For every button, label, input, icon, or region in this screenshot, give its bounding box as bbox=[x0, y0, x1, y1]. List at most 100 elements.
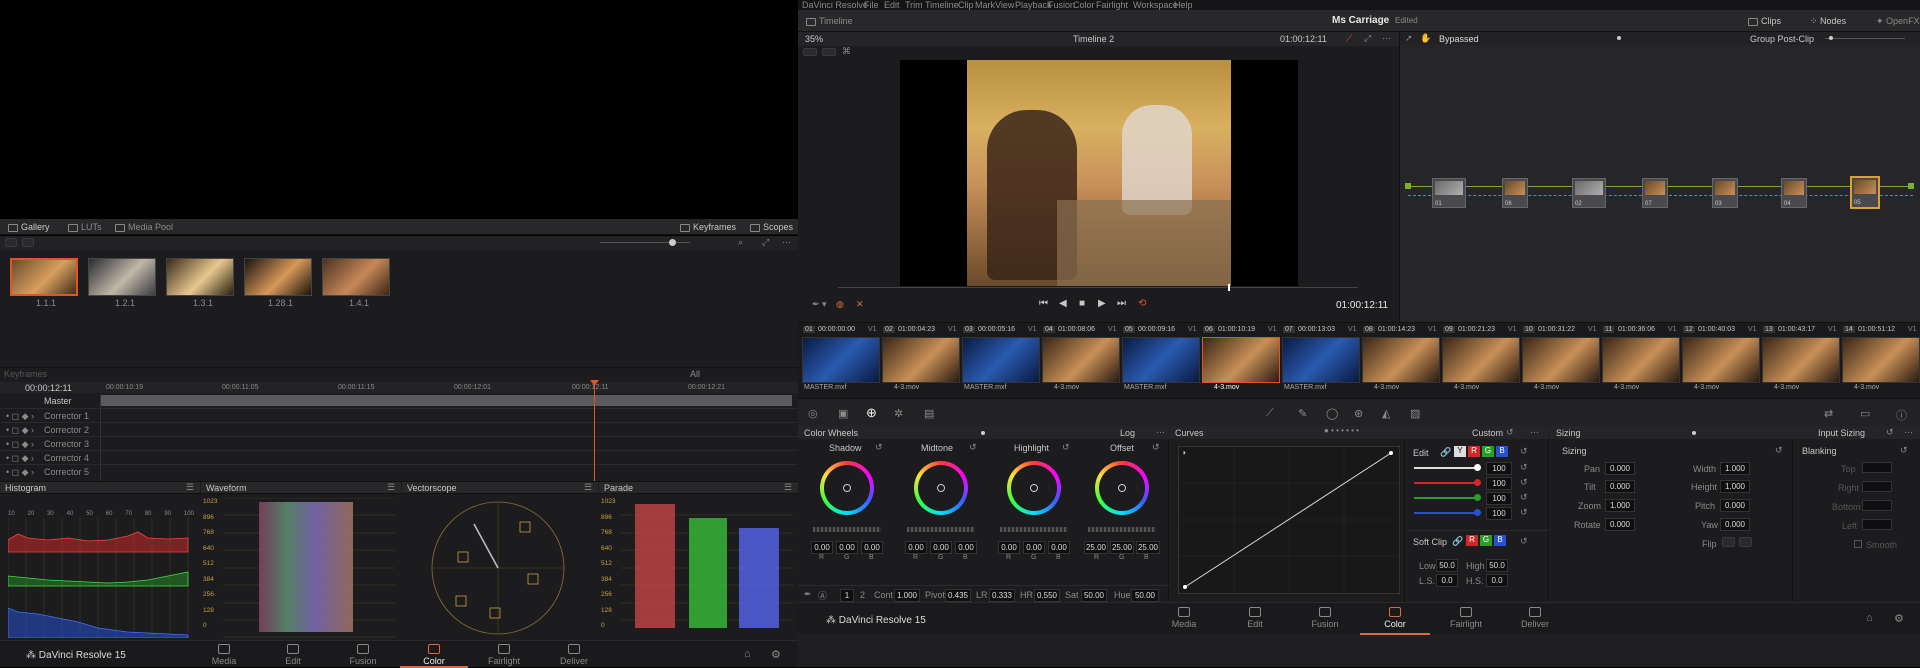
reset-icon[interactable]: ↺ bbox=[1775, 445, 1783, 456]
rgb-mixer-icon[interactable]: ▤ bbox=[924, 407, 934, 420]
page-dot[interactable] bbox=[1692, 431, 1696, 435]
menu-item[interactable]: Mark bbox=[975, 0, 995, 10]
corrector-node[interactable]: 01 bbox=[1432, 178, 1466, 208]
blank-top-field[interactable] bbox=[1862, 462, 1892, 473]
window-icon[interactable]: ◯ bbox=[1326, 407, 1338, 420]
clip-thumbnail[interactable]: 06 01:00:10:19 V1 4-3.mov bbox=[1202, 326, 1280, 396]
b-value[interactable]: 0.00 bbox=[1048, 541, 1070, 554]
nav-fusion[interactable]: Fusion bbox=[1311, 607, 1339, 629]
r-value[interactable]: 0.00 bbox=[905, 541, 927, 554]
master-wheel-slider[interactable] bbox=[1088, 527, 1156, 532]
reset-icon[interactable]: ↺ bbox=[1520, 477, 1528, 488]
blank-right-field[interactable] bbox=[1862, 481, 1892, 492]
nav-media[interactable]: Media bbox=[1170, 607, 1198, 629]
track-controls-icon[interactable]: • ◻ ◆ › bbox=[6, 453, 34, 464]
clip-thumbnail[interactable]: 01 00:00:00:00 V1 MASTER.mxf bbox=[802, 326, 880, 396]
b-intensity-value[interactable]: 100 bbox=[1486, 507, 1512, 520]
tab-luts[interactable]: LUTs bbox=[68, 222, 102, 232]
still-thumb[interactable] bbox=[88, 258, 156, 296]
skip-back-icon[interactable]: ⏮ bbox=[1039, 298, 1048, 309]
hdr-icon[interactable]: ✲ bbox=[894, 407, 903, 420]
hr-value[interactable]: 0.550 bbox=[1034, 589, 1060, 602]
skip-forward-icon[interactable]: ⏭ bbox=[1117, 298, 1126, 309]
thumb-size-slider[interactable] bbox=[600, 242, 690, 243]
more-options-icon[interactable]: ⋯ bbox=[1530, 427, 1539, 438]
contrast-value[interactable]: 1.000 bbox=[894, 589, 920, 602]
wheel-center-icon[interactable] bbox=[1030, 484, 1038, 492]
track-controls-icon[interactable]: • ◻ ◆ › bbox=[6, 467, 34, 478]
wheel-center-icon[interactable] bbox=[1118, 484, 1126, 492]
reset-icon[interactable]: ↺ bbox=[1506, 427, 1514, 438]
menu-item[interactable]: Fusion bbox=[1048, 0, 1075, 10]
clips-toggle[interactable]: Clips bbox=[1748, 16, 1781, 26]
curves-icon[interactable]: ⟋ bbox=[1266, 407, 1274, 420]
page-2-button[interactable]: 2 bbox=[860, 590, 865, 600]
home-icon[interactable]: ⌂ bbox=[1866, 612, 1873, 624]
tab-gallery[interactable]: Gallery bbox=[8, 222, 50, 232]
clip-thumbnail[interactable]: 08 01:00:14:23 V1 4-3.mov bbox=[1362, 326, 1440, 396]
clip-thumbnail[interactable]: 09 01:00:21:23 V1 4-3.mov bbox=[1442, 326, 1520, 396]
sizing-icon[interactable]: ⇄ bbox=[1824, 407, 1833, 420]
wheel-center-icon[interactable] bbox=[843, 484, 851, 492]
search-icon[interactable]: ⌕ bbox=[738, 237, 743, 248]
settings-icon[interactable]: ⚙ bbox=[771, 648, 781, 661]
highlight-icon[interactable]: ⟋ bbox=[1346, 33, 1352, 44]
scope-options-icon[interactable]: ☰ bbox=[186, 482, 194, 493]
g-value[interactable]: 0.00 bbox=[1023, 541, 1045, 554]
nav-edit[interactable]: Edit bbox=[1241, 607, 1269, 629]
openfx-toggle[interactable]: ✦ OpenFX bbox=[1876, 16, 1920, 27]
scopes-toggle[interactable]: Scopes bbox=[750, 222, 793, 232]
info-icon[interactable]: ⓘ bbox=[1896, 407, 1907, 423]
menu-item[interactable]: Playback bbox=[1015, 0, 1052, 10]
master-wheel-slider[interactable] bbox=[907, 527, 975, 532]
r-softclip-button[interactable]: R bbox=[1466, 535, 1478, 546]
more-options-icon[interactable]: ⋯ bbox=[1904, 427, 1913, 438]
home-icon[interactable]: ⌂ bbox=[744, 648, 751, 660]
clip-thumbnail[interactable]: 07 00:00:13:03 V1 MASTER.mxf bbox=[1282, 326, 1360, 396]
page-dots[interactable]: ● • • • • • • bbox=[1324, 426, 1359, 435]
nav-fairlight[interactable]: Fairlight bbox=[1449, 607, 1483, 629]
menu-item[interactable]: Edit bbox=[884, 0, 900, 10]
high-value[interactable]: 50.0 bbox=[1486, 559, 1508, 572]
playhead[interactable] bbox=[594, 380, 595, 482]
corrector-node[interactable]: 02 bbox=[1572, 178, 1606, 208]
nodes-toggle[interactable]: ⁘ Nodes bbox=[1810, 16, 1846, 27]
curve-pin-icon[interactable]: ◗ bbox=[1182, 448, 1187, 457]
split-screen-button[interactable] bbox=[822, 48, 836, 56]
tab-media-pool[interactable]: Media Pool bbox=[115, 222, 173, 232]
nav-edit[interactable]: Edit bbox=[279, 644, 307, 666]
reset-icon[interactable]: ↺ bbox=[1520, 492, 1528, 503]
master-wheel-slider[interactable] bbox=[813, 527, 881, 532]
node-zoom-handle[interactable] bbox=[1617, 36, 1621, 40]
play-reverse-icon[interactable]: ◀ bbox=[1059, 298, 1067, 309]
g-value[interactable]: 25.00 bbox=[1110, 541, 1134, 554]
hs-value[interactable]: 0.0 bbox=[1486, 574, 1508, 587]
more-options-icon[interactable]: ⋯ bbox=[782, 237, 791, 248]
r-value[interactable]: 0.00 bbox=[998, 541, 1020, 554]
b-value[interactable]: 0.00 bbox=[861, 541, 883, 554]
scope-options-icon[interactable]: ☰ bbox=[387, 482, 395, 493]
scrubber-handle[interactable] bbox=[1228, 284, 1230, 291]
keyframes-filter[interactable]: All bbox=[690, 369, 700, 379]
clip-thumbnail[interactable]: 02 01:00:04:23 V1 4-3.mov bbox=[882, 326, 960, 396]
curves-mode-selector[interactable]: Custom bbox=[1472, 428, 1503, 438]
key-icon[interactable]: ▨ bbox=[1410, 407, 1420, 420]
g-intensity-value[interactable]: 100 bbox=[1486, 492, 1512, 505]
transform-icon[interactable]: ⌘ bbox=[842, 46, 851, 57]
r-value[interactable]: 0.00 bbox=[811, 541, 833, 554]
y-intensity-slider[interactable] bbox=[1414, 467, 1478, 469]
node-zoom-slider-handle[interactable] bbox=[1829, 36, 1833, 40]
rgb-input-icon[interactable] bbox=[1405, 183, 1411, 189]
g-intensity-slider[interactable] bbox=[1414, 497, 1478, 499]
menu-item[interactable]: Clip bbox=[958, 0, 974, 10]
hand-icon[interactable]: ✋ bbox=[1420, 33, 1431, 44]
yaw-value[interactable]: 0.000 bbox=[1720, 518, 1750, 531]
lr-value[interactable]: 0.333 bbox=[989, 589, 1015, 602]
qualifier-icon[interactable]: ✎ bbox=[1298, 407, 1307, 420]
reset-icon[interactable]: ↺ bbox=[969, 442, 977, 453]
wheel-mode-selector[interactable]: Log bbox=[1120, 428, 1135, 438]
g-value[interactable]: 0.00 bbox=[836, 541, 858, 554]
track-controls-icon[interactable]: • ◻ ◆ › bbox=[6, 439, 34, 450]
viewer-frame[interactable] bbox=[900, 60, 1298, 286]
more-options-icon[interactable]: ⋯ bbox=[1382, 33, 1391, 44]
